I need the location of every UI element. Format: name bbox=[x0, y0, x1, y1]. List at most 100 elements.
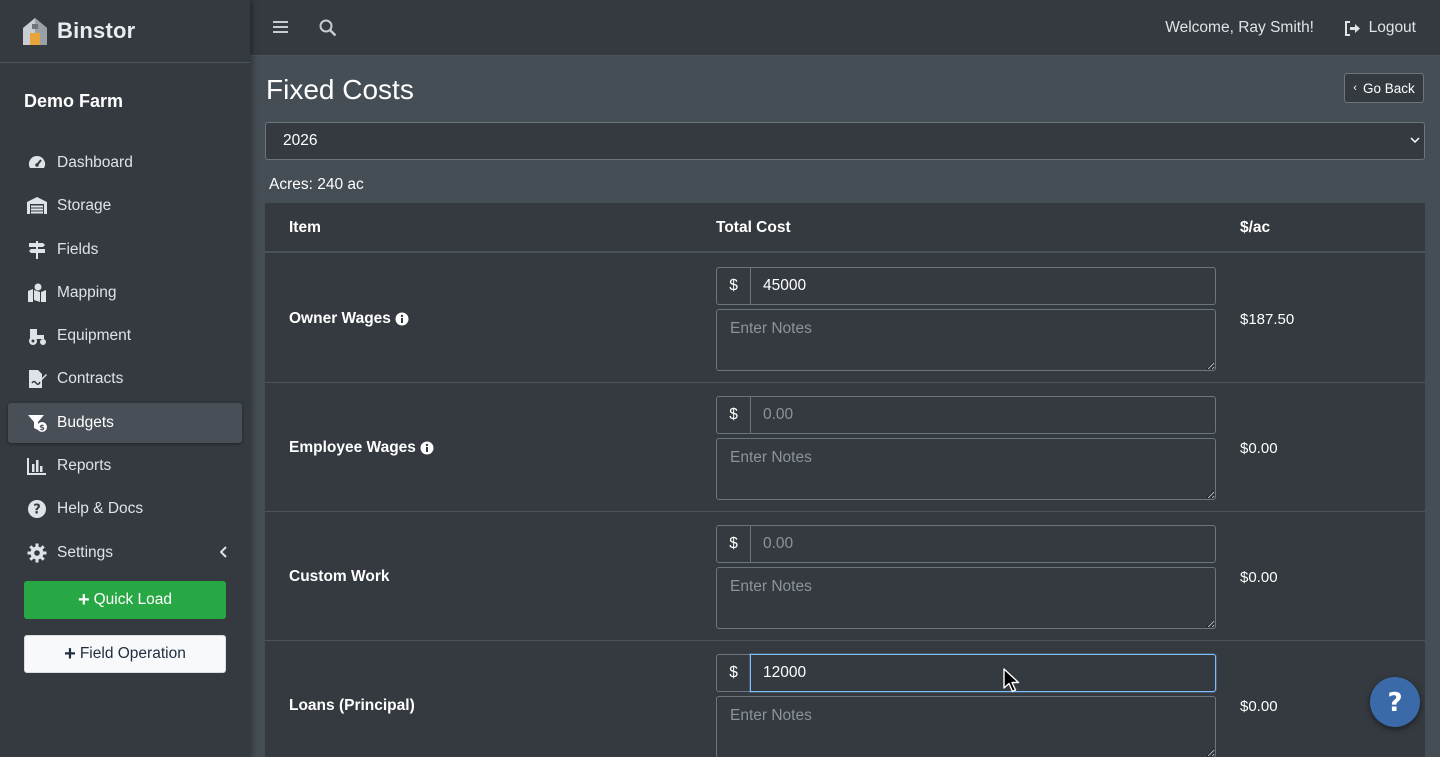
sidebar-item-label: Dashboard bbox=[57, 154, 133, 171]
total-cost-input[interactable] bbox=[750, 396, 1216, 434]
column-header-total-cost: Total Cost bbox=[716, 219, 791, 236]
notes-textarea[interactable] bbox=[716, 567, 1216, 629]
sign-out-icon bbox=[1344, 20, 1360, 36]
row-label: Loans (Principal) bbox=[289, 697, 415, 715]
svg-text:$: $ bbox=[39, 423, 45, 432]
info-icon[interactable] bbox=[395, 312, 409, 326]
sidebar-item-label: Fields bbox=[57, 240, 99, 258]
sidebar-item-label: Reports bbox=[57, 457, 112, 475]
fixed-costs-table: Item Total Cost $/ac Owner Wages $ $187.… bbox=[265, 203, 1425, 757]
main-content: Fixed Costs ‹ Go Back 2026 Acres: 240 ac… bbox=[250, 56, 1440, 757]
notes-textarea[interactable] bbox=[716, 438, 1216, 500]
file-signature-icon bbox=[27, 369, 47, 389]
quick-load-button[interactable]: + Quick Load bbox=[24, 581, 226, 619]
field-operation-button[interactable]: + Field Operation bbox=[24, 635, 226, 673]
sidebar-item-budgets[interactable]: $ Budgets bbox=[8, 402, 242, 443]
top-navbar: Welcome, Ray Smith! Logout bbox=[250, 0, 1440, 56]
sidebar: Binstor Demo Farm Dashboard Storage Fiel… bbox=[0, 0, 250, 757]
currency-addon: $ bbox=[716, 654, 750, 692]
tractor-icon bbox=[27, 326, 47, 346]
chevron-left-icon: ‹ bbox=[1353, 82, 1357, 94]
row-label: Custom Work bbox=[289, 568, 389, 586]
warehouse-icon bbox=[27, 196, 47, 216]
logout-link[interactable]: Logout bbox=[1344, 19, 1416, 37]
question-icon: ? bbox=[1387, 689, 1402, 715]
row-label-text: Employee Wages bbox=[289, 439, 416, 456]
svg-text:?: ? bbox=[33, 503, 41, 518]
total-cost-input[interactable] bbox=[750, 654, 1216, 692]
hamburger-menu-icon[interactable] bbox=[273, 19, 289, 35]
sidebar-nav: Dashboard Storage Fields Mapping Equipme… bbox=[0, 143, 250, 573]
sidebar-item-fields[interactable]: Fields bbox=[8, 230, 242, 270]
per-acre-value: $0.00 bbox=[1240, 440, 1278, 457]
plus-icon: + bbox=[64, 643, 76, 665]
row-label-text: Loans (Principal) bbox=[289, 697, 415, 714]
column-header-item: Item bbox=[289, 219, 321, 236]
table-row: Loans (Principal) $ $0.00 bbox=[265, 641, 1425, 757]
barn-icon bbox=[23, 18, 47, 45]
tachometer-icon bbox=[27, 153, 47, 173]
sidebar-item-mapping[interactable]: Mapping bbox=[8, 273, 242, 313]
sidebar-item-label: Storage bbox=[57, 197, 112, 215]
year-select-value: 2026 bbox=[283, 132, 318, 149]
chart-bar-icon bbox=[27, 456, 47, 476]
go-back-button[interactable]: ‹ Go Back bbox=[1344, 73, 1424, 103]
plus-icon: + bbox=[77, 589, 90, 611]
page-title: Fixed Costs bbox=[266, 74, 414, 105]
row-label-text: Owner Wages bbox=[289, 310, 391, 327]
brand-name: Binstor bbox=[57, 18, 136, 43]
total-cost-input-group: $ bbox=[716, 654, 1216, 692]
total-cost-input-group: $ bbox=[716, 525, 1216, 563]
table-row: Owner Wages $ $187.50 bbox=[265, 254, 1425, 383]
notes-textarea[interactable] bbox=[716, 696, 1216, 757]
brand-link[interactable]: Binstor bbox=[0, 0, 250, 63]
total-cost-input-group: $ bbox=[716, 267, 1216, 305]
total-cost-input[interactable] bbox=[750, 267, 1216, 305]
row-label-text: Custom Work bbox=[289, 568, 390, 585]
table-header-row: Item Total Cost $/ac bbox=[265, 203, 1425, 253]
chevron-down-icon bbox=[1410, 137, 1420, 144]
sidebar-item-label: Contracts bbox=[57, 370, 124, 388]
logout-label: Logout bbox=[1368, 19, 1416, 36]
field-operation-label: Field Operation bbox=[79, 645, 186, 662]
go-back-label: Go Back bbox=[1362, 80, 1415, 96]
funnel-dollar-icon: $ bbox=[27, 413, 47, 433]
info-icon[interactable] bbox=[420, 441, 434, 455]
sidebar-item-label: Settings bbox=[57, 543, 114, 561]
table-row: Custom Work $ $0.00 bbox=[265, 512, 1425, 641]
question-circle-icon: ? bbox=[27, 499, 47, 519]
svg-text:?: ? bbox=[1387, 689, 1402, 715]
search-icon[interactable] bbox=[319, 19, 337, 37]
sidebar-item-equipment[interactable]: Equipment bbox=[8, 316, 242, 356]
signs-icon bbox=[27, 240, 47, 260]
map-marked-icon bbox=[27, 283, 47, 303]
quick-load-label: Quick Load bbox=[93, 591, 173, 608]
column-header-per-acre: $/ac bbox=[1240, 219, 1271, 236]
farm-name: Demo Farm bbox=[24, 91, 124, 111]
per-acre-value: $187.50 bbox=[1240, 311, 1295, 328]
welcome-text: Welcome, Ray Smith! bbox=[1165, 19, 1314, 36]
year-select[interactable]: 2026 bbox=[265, 122, 1425, 160]
help-button[interactable]: ? bbox=[1370, 677, 1420, 727]
currency-addon: $ bbox=[716, 267, 750, 305]
row-label: Owner Wages bbox=[289, 310, 409, 328]
sidebar-item-dashboard[interactable]: Dashboard bbox=[8, 143, 242, 183]
currency-addon: $ bbox=[716, 525, 750, 563]
table-row: Employee Wages $ $0.00 bbox=[265, 383, 1425, 512]
sidebar-item-label: Mapping bbox=[57, 283, 117, 301]
currency-addon: $ bbox=[716, 396, 750, 434]
notes-textarea[interactable] bbox=[716, 309, 1216, 371]
per-acre-value: $0.00 bbox=[1240, 698, 1278, 715]
sidebar-item-reports[interactable]: Reports bbox=[8, 446, 242, 486]
total-cost-input[interactable] bbox=[750, 525, 1216, 563]
sidebar-item-label: Help & Docs bbox=[57, 500, 144, 518]
total-cost-input-group: $ bbox=[716, 396, 1216, 434]
row-label: Employee Wages bbox=[289, 439, 434, 457]
acres-text: Acres: 240 ac bbox=[269, 176, 364, 193]
sidebar-item-contracts[interactable]: Contracts bbox=[8, 359, 242, 399]
sidebar-item-storage[interactable]: Storage bbox=[8, 186, 242, 226]
sidebar-item-help-docs[interactable]: ? Help & Docs bbox=[8, 489, 242, 529]
sidebar-item-settings[interactable]: Settings bbox=[8, 533, 242, 573]
per-acre-value: $0.00 bbox=[1240, 569, 1278, 586]
chevron-left-icon[interactable] bbox=[220, 545, 228, 558]
